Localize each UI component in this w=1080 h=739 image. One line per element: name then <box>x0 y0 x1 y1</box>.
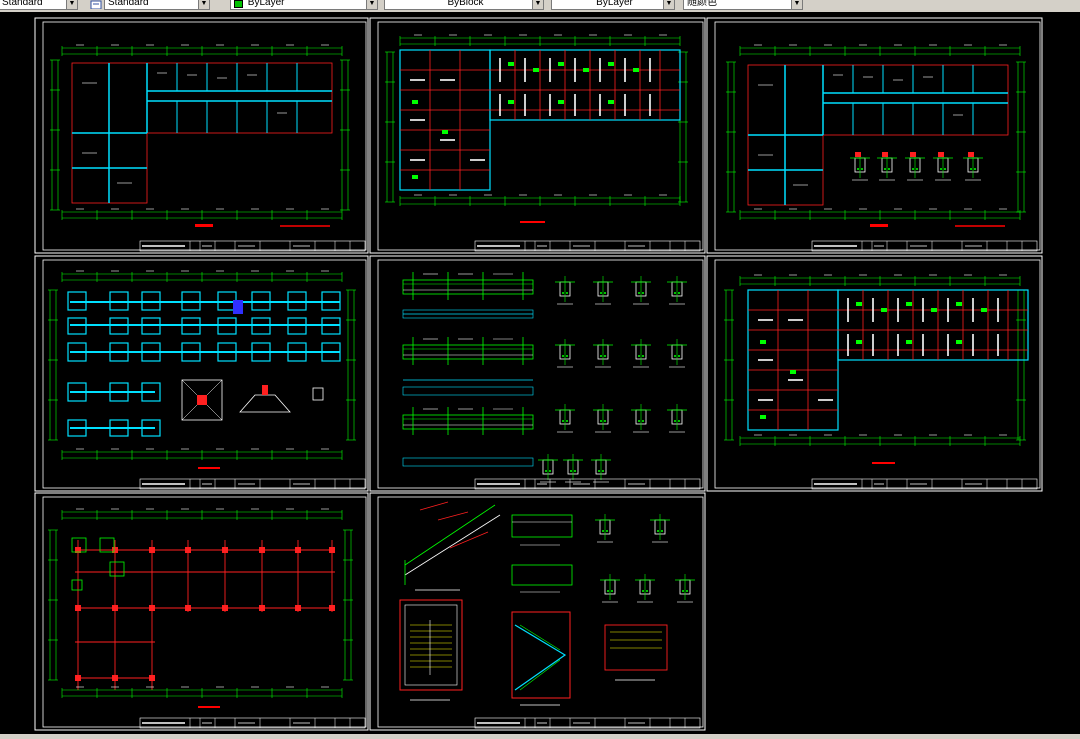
sheet-s5[interactable] <box>369 255 706 492</box>
chevron-down-icon[interactable]: ▼ <box>66 0 77 9</box>
sheet-s4[interactable] <box>34 255 369 492</box>
color-swatch-icon <box>234 0 243 8</box>
linetype-select[interactable]: ByBlock ▼ <box>384 0 544 10</box>
stair-plan <box>399 599 463 701</box>
chevron-down-icon[interactable]: ▼ <box>532 0 543 9</box>
chevron-down-icon[interactable]: ▼ <box>663 0 674 9</box>
lineweight-select[interactable]: ByLayer ▼ <box>551 0 675 10</box>
chevron-down-icon[interactable]: ▼ <box>366 0 377 9</box>
drawing-canvas[interactable] <box>0 12 1080 734</box>
sheet-s3[interactable] <box>706 17 1043 254</box>
linetype-value: ByBlock <box>447 0 484 8</box>
foundation-footings <box>67 291 341 437</box>
chevron-down-icon[interactable]: ▼ <box>198 0 209 9</box>
stair-elevation <box>511 611 571 706</box>
footing-detail <box>181 379 324 421</box>
plotstyle-value: 随颜色 <box>687 0 717 8</box>
column-grid <box>75 540 335 690</box>
sheet-s1[interactable] <box>34 17 369 254</box>
dimstyle-value: Standard <box>108 0 149 8</box>
color-select[interactable]: ByLayer ▼ <box>230 0 378 10</box>
lineweight-value: ByLayer <box>596 0 633 8</box>
drawing-svg[interactable] <box>0 12 1080 734</box>
textstyle-value: Standard <box>2 0 43 8</box>
status-bar-edge <box>0 734 1080 739</box>
dimstyle-select[interactable]: Standard ▼ <box>104 0 210 10</box>
sheet-s6[interactable] <box>706 255 1043 492</box>
sheet-s8[interactable] <box>369 492 706 731</box>
beam-section-details <box>537 275 688 483</box>
column-details <box>849 151 984 181</box>
landing-beam-details <box>511 513 696 681</box>
dimstyle-icon[interactable] <box>90 0 102 9</box>
sheet-s2[interactable] <box>369 17 706 254</box>
textstyle-select[interactable]: Standard ▼ <box>0 0 78 10</box>
plotstyle-select[interactable]: 随颜色 ▼ <box>683 0 803 10</box>
stair-section <box>404 501 501 585</box>
chevron-down-icon[interactable]: ▼ <box>791 0 802 9</box>
sheet-s7[interactable] <box>34 492 369 731</box>
color-value: ByLayer <box>247 0 285 8</box>
